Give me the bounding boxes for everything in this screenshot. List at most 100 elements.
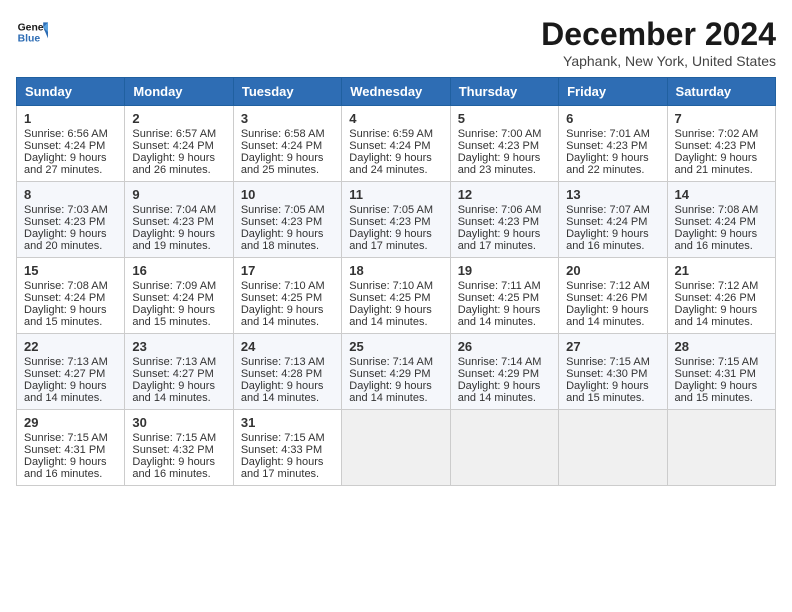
calendar-cell: 3 Sunrise: 6:58 AM Sunset: 4:24 PM Dayli…: [233, 106, 341, 182]
daylight-label: Daylight: 9 hours and 25 minutes.: [241, 152, 324, 176]
calendar-cell: [450, 410, 558, 486]
sunset-label: Sunset: 4:24 PM: [132, 292, 213, 304]
sunrise-label: Sunrise: 7:07 AM: [566, 204, 650, 216]
weekday-header-row: SundayMondayTuesdayWednesdayThursdayFrid…: [17, 78, 776, 106]
day-number: 4: [349, 111, 442, 126]
calendar-cell: 11 Sunrise: 7:05 AM Sunset: 4:23 PM Dayl…: [342, 182, 450, 258]
calendar-week-3: 15 Sunrise: 7:08 AM Sunset: 4:24 PM Dayl…: [17, 258, 776, 334]
sunrise-label: Sunrise: 7:15 AM: [241, 432, 325, 444]
day-number: 28: [675, 339, 768, 354]
sunrise-label: Sunrise: 7:12 AM: [566, 280, 650, 292]
daylight-label: Daylight: 9 hours and 17 minutes.: [241, 456, 324, 480]
calendar-week-1: 1 Sunrise: 6:56 AM Sunset: 4:24 PM Dayli…: [17, 106, 776, 182]
daylight-label: Daylight: 9 hours and 18 minutes.: [241, 228, 324, 252]
sunset-label: Sunset: 4:23 PM: [566, 140, 647, 152]
day-number: 15: [24, 263, 117, 278]
day-number: 19: [458, 263, 551, 278]
calendar-week-2: 8 Sunrise: 7:03 AM Sunset: 4:23 PM Dayli…: [17, 182, 776, 258]
day-number: 25: [349, 339, 442, 354]
sunrise-label: Sunrise: 7:15 AM: [132, 432, 216, 444]
calendar-cell: 10 Sunrise: 7:05 AM Sunset: 4:23 PM Dayl…: [233, 182, 341, 258]
sunset-label: Sunset: 4:23 PM: [349, 216, 430, 228]
sunset-label: Sunset: 4:23 PM: [132, 216, 213, 228]
sunrise-label: Sunrise: 7:14 AM: [349, 356, 433, 368]
day-number: 13: [566, 187, 659, 202]
calendar-cell: 2 Sunrise: 6:57 AM Sunset: 4:24 PM Dayli…: [125, 106, 233, 182]
sunset-label: Sunset: 4:24 PM: [675, 216, 756, 228]
sunrise-label: Sunrise: 7:15 AM: [24, 432, 108, 444]
day-number: 14: [675, 187, 768, 202]
sunset-label: Sunset: 4:31 PM: [24, 444, 105, 456]
weekday-header-friday: Friday: [559, 78, 667, 106]
sunset-label: Sunset: 4:24 PM: [349, 140, 430, 152]
logo: General Blue: [16, 16, 48, 48]
sunset-label: Sunset: 4:23 PM: [241, 216, 322, 228]
calendar-cell: [559, 410, 667, 486]
calendar-cell: 24 Sunrise: 7:13 AM Sunset: 4:28 PM Dayl…: [233, 334, 341, 410]
daylight-label: Daylight: 9 hours and 14 minutes.: [349, 380, 432, 404]
daylight-label: Daylight: 9 hours and 19 minutes.: [132, 228, 215, 252]
calendar-cell: [342, 410, 450, 486]
sunrise-label: Sunrise: 7:10 AM: [349, 280, 433, 292]
sunrise-label: Sunrise: 7:11 AM: [458, 280, 541, 292]
daylight-label: Daylight: 9 hours and 22 minutes.: [566, 152, 649, 176]
title-block: December 2024 Yaphank, New York, United …: [541, 16, 776, 69]
sunset-label: Sunset: 4:26 PM: [675, 292, 756, 304]
daylight-label: Daylight: 9 hours and 14 minutes.: [458, 380, 541, 404]
calendar-cell: 16 Sunrise: 7:09 AM Sunset: 4:24 PM Dayl…: [125, 258, 233, 334]
sunrise-label: Sunrise: 7:09 AM: [132, 280, 216, 292]
sunrise-label: Sunrise: 7:10 AM: [241, 280, 325, 292]
calendar-cell: 1 Sunrise: 6:56 AM Sunset: 4:24 PM Dayli…: [17, 106, 125, 182]
sunset-label: Sunset: 4:26 PM: [566, 292, 647, 304]
calendar-week-4: 22 Sunrise: 7:13 AM Sunset: 4:27 PM Dayl…: [17, 334, 776, 410]
sunrise-label: Sunrise: 7:08 AM: [675, 204, 759, 216]
day-number: 8: [24, 187, 117, 202]
calendar-cell: 20 Sunrise: 7:12 AM Sunset: 4:26 PM Dayl…: [559, 258, 667, 334]
weekday-header-tuesday: Tuesday: [233, 78, 341, 106]
day-number: 16: [132, 263, 225, 278]
daylight-label: Daylight: 9 hours and 16 minutes.: [566, 228, 649, 252]
daylight-label: Daylight: 9 hours and 14 minutes.: [241, 380, 324, 404]
sunrise-label: Sunrise: 6:57 AM: [132, 128, 216, 140]
sunrise-label: Sunrise: 6:58 AM: [241, 128, 325, 140]
day-number: 1: [24, 111, 117, 126]
sunrise-label: Sunrise: 7:13 AM: [132, 356, 216, 368]
sunset-label: Sunset: 4:23 PM: [458, 216, 539, 228]
calendar-cell: 13 Sunrise: 7:07 AM Sunset: 4:24 PM Dayl…: [559, 182, 667, 258]
daylight-label: Daylight: 9 hours and 20 minutes.: [24, 228, 107, 252]
calendar-cell: 21 Sunrise: 7:12 AM Sunset: 4:26 PM Dayl…: [667, 258, 775, 334]
day-number: 9: [132, 187, 225, 202]
daylight-label: Daylight: 9 hours and 21 minutes.: [675, 152, 758, 176]
svg-text:Blue: Blue: [18, 34, 41, 45]
day-number: 26: [458, 339, 551, 354]
weekday-header-thursday: Thursday: [450, 78, 558, 106]
calendar-cell: 15 Sunrise: 7:08 AM Sunset: 4:24 PM Dayl…: [17, 258, 125, 334]
daylight-label: Daylight: 9 hours and 27 minutes.: [24, 152, 107, 176]
day-number: 30: [132, 415, 225, 430]
calendar-cell: 29 Sunrise: 7:15 AM Sunset: 4:31 PM Dayl…: [17, 410, 125, 486]
sunrise-label: Sunrise: 7:05 AM: [349, 204, 433, 216]
day-number: 2: [132, 111, 225, 126]
daylight-label: Daylight: 9 hours and 14 minutes.: [241, 304, 324, 328]
daylight-label: Daylight: 9 hours and 15 minutes.: [566, 380, 649, 404]
calendar-cell: 27 Sunrise: 7:15 AM Sunset: 4:30 PM Dayl…: [559, 334, 667, 410]
logo-icon: General Blue: [16, 16, 48, 48]
sunset-label: Sunset: 4:29 PM: [458, 368, 539, 380]
calendar-week-5: 29 Sunrise: 7:15 AM Sunset: 4:31 PM Dayl…: [17, 410, 776, 486]
daylight-label: Daylight: 9 hours and 14 minutes.: [349, 304, 432, 328]
sunrise-label: Sunrise: 7:05 AM: [241, 204, 325, 216]
location: Yaphank, New York, United States: [541, 53, 776, 69]
sunrise-label: Sunrise: 7:00 AM: [458, 128, 542, 140]
daylight-label: Daylight: 9 hours and 15 minutes.: [675, 380, 758, 404]
sunset-label: Sunset: 4:24 PM: [241, 140, 322, 152]
daylight-label: Daylight: 9 hours and 14 minutes.: [566, 304, 649, 328]
sunset-label: Sunset: 4:24 PM: [566, 216, 647, 228]
daylight-label: Daylight: 9 hours and 15 minutes.: [24, 304, 107, 328]
calendar-cell: 7 Sunrise: 7:02 AM Sunset: 4:23 PM Dayli…: [667, 106, 775, 182]
sunset-label: Sunset: 4:24 PM: [24, 140, 105, 152]
daylight-label: Daylight: 9 hours and 15 minutes.: [132, 304, 215, 328]
sunrise-label: Sunrise: 7:14 AM: [458, 356, 542, 368]
sunset-label: Sunset: 4:28 PM: [241, 368, 322, 380]
sunset-label: Sunset: 4:25 PM: [241, 292, 322, 304]
day-number: 18: [349, 263, 442, 278]
